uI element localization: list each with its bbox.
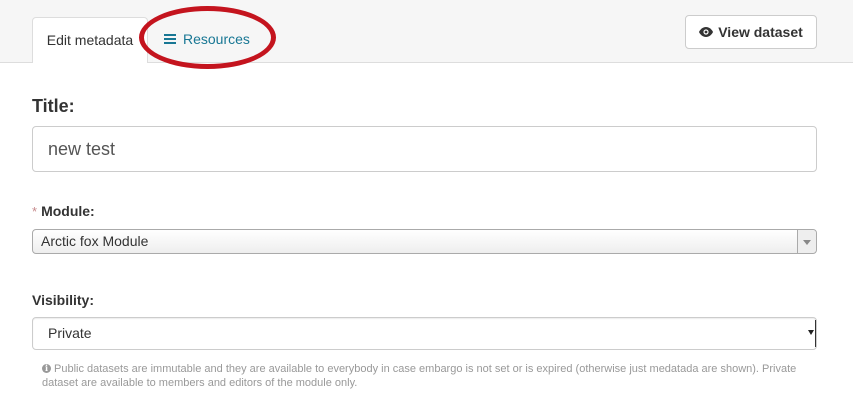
- visibility-label: Visibility:: [32, 292, 94, 308]
- tab-resources[interactable]: Resources: [152, 17, 250, 62]
- tab-bar: Edit metadata Resources View dataset: [0, 0, 853, 63]
- text-cursor: [815, 320, 816, 347]
- title-input[interactable]: new test: [32, 126, 817, 172]
- module-label: * Module:: [32, 203, 95, 219]
- bars-icon: [164, 32, 176, 46]
- eye-icon: [699, 26, 714, 37]
- info-icon: i: [42, 363, 51, 373]
- module-label-text: Module:: [41, 203, 95, 219]
- title-input-value: new test: [48, 139, 116, 159]
- visibility-select-value: Private: [48, 325, 92, 341]
- tab-edit-metadata[interactable]: Edit metadata: [32, 17, 148, 63]
- visibility-help-text: i Public datasets are immutable and they …: [42, 362, 802, 390]
- visibility-help-body: Public datasets are immutable and they a…: [42, 363, 797, 389]
- module-select[interactable]: Arctic fox Module: [32, 229, 817, 254]
- chevron-down-icon[interactable]: [797, 230, 816, 253]
- module-select-value: Arctic fox Module: [41, 233, 149, 249]
- required-marker: *: [32, 204, 38, 219]
- view-dataset-label: View dataset: [718, 24, 803, 40]
- tab-resources-label: Resources: [183, 31, 250, 47]
- tab-edit-metadata-label: Edit metadata: [46, 32, 134, 48]
- title-label: Title:: [32, 96, 75, 116]
- view-dataset-button[interactable]: View dataset: [685, 15, 817, 49]
- visibility-select[interactable]: Private: [32, 317, 817, 350]
- caret-down-icon: [808, 330, 814, 335]
